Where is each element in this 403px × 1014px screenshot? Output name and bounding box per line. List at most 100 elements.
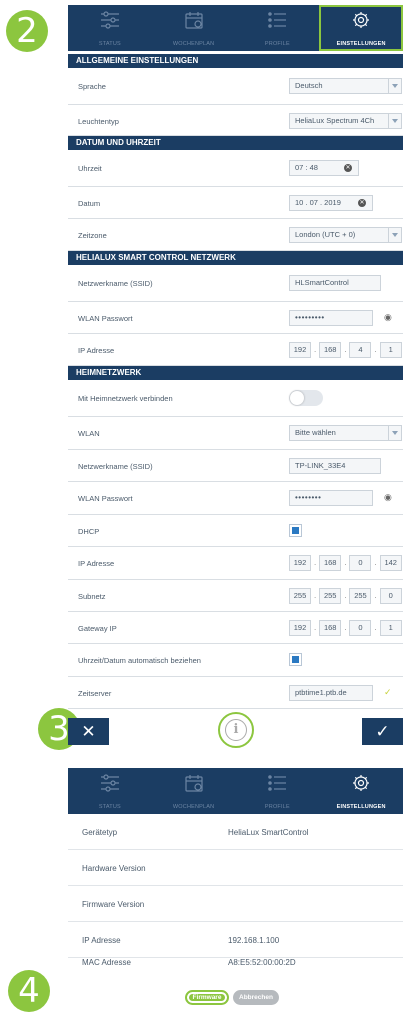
heim-ssid-value: TP-LINK_33E4 (295, 461, 346, 470)
ip-octet[interactable]: 168 (319, 620, 342, 636)
clear-icon[interactable]: ✕ (358, 199, 366, 207)
confirm-button[interactable]: ✓ (362, 718, 403, 745)
device-row-label: Firmware Version (82, 900, 145, 909)
leuchtentyp-label: Leuchtentyp (78, 117, 119, 126)
netz-pw-input[interactable]: ••••••••• (289, 310, 373, 326)
row-heim-pw: WLAN Passwort •••••••• ◉ (68, 482, 403, 515)
ip-octet[interactable]: 192 (289, 342, 311, 358)
auto-time-checkbox[interactable] (289, 653, 302, 666)
nav-tab-profile[interactable]: PROFILE (236, 768, 320, 814)
row-heim-auto: Uhrzeit/Datum automatisch beziehen (68, 644, 403, 677)
leuchtentyp-select[interactable]: HeliaLux Spectrum 4Ch (289, 113, 402, 129)
heim-pw-label: WLAN Passwort (78, 494, 133, 503)
zeitzone-select[interactable]: London (UTC + 0) (289, 227, 402, 243)
device-row: Gerätetyp HeliaLux SmartControl (68, 814, 403, 850)
leuchtentyp-value: HeliaLux Spectrum 4Ch (295, 116, 375, 125)
netz-ssid-value: HLSmartControl (295, 278, 349, 287)
uhrzeit-value: 07 : 48 (295, 163, 318, 172)
ip-octet[interactable]: 1 (379, 342, 402, 358)
sprache-select[interactable]: Deutsch (289, 78, 402, 94)
zeitzone-value: London (UTC + 0) (295, 230, 356, 239)
clear-icon[interactable]: ✕ (344, 164, 352, 172)
list-icon (268, 775, 287, 791)
heim-connect-toggle[interactable] (289, 390, 323, 406)
nav-label-wochenplan: WOCHENPLAN (172, 804, 215, 810)
device-row-label: IP Adresse (82, 936, 121, 945)
heim-pw-input[interactable]: •••••••• (289, 490, 373, 506)
row-sprache: Sprache Deutsch (68, 68, 403, 105)
row-heim-wlan: WLAN Bitte wählen (68, 417, 403, 450)
uhrzeit-input[interactable]: 07 : 48 ✕ (289, 160, 359, 176)
device-row-value: 192.168.1.100 (228, 936, 280, 945)
list-icon (268, 12, 287, 28)
nav-label-einstellungen: EINSTELLUNGEN (336, 41, 386, 47)
chevron-down-icon (388, 426, 401, 440)
section-allgemein: ALLGEMEINE EINSTELLUNGEN (68, 54, 403, 68)
nav-tab-status[interactable]: STATUS (68, 768, 152, 814)
ip-octet[interactable]: 168 (319, 342, 342, 358)
nav-label-einstellungen: EINSTELLUNGEN (336, 804, 386, 810)
nav-label-profile: PROFILE (264, 41, 290, 47)
firmware-button[interactable]: Firmware (185, 990, 229, 1005)
zeitserver-input[interactable]: ptbtime1.ptb.de (289, 685, 373, 701)
device-row: Hardware Version (68, 850, 403, 886)
nav-tab-status[interactable]: STATUS (68, 5, 152, 51)
ip-octet[interactable]: 255 (289, 588, 311, 604)
info-icon: i (225, 719, 247, 741)
heim-wlan-select[interactable]: Bitte wählen (289, 425, 402, 441)
close-icon: ✕ (81, 722, 96, 741)
sliders-icon (100, 11, 119, 29)
zeitzone-label: Zeitzone (78, 231, 107, 240)
nav-tab-profile[interactable]: PROFILE (236, 5, 320, 51)
heim-ip-label: IP Adresse (78, 559, 115, 568)
abbrechen-button[interactable]: Abbrechen (233, 990, 279, 1005)
eye-icon[interactable]: ◉ (384, 312, 392, 323)
row-netz-ssid: Netzwerkname (SSID) HLSmartControl (68, 265, 403, 302)
chevron-down-icon (388, 228, 401, 242)
row-heim-ssid: Netzwerkname (SSID) TP-LINK_33E4 (68, 450, 403, 482)
dhcp-checkbox[interactable] (289, 524, 302, 537)
nav-tab-wochenplan[interactable]: WOCHENPLAN (152, 768, 236, 814)
ip-octet[interactable]: 168 (319, 555, 342, 571)
nav-tab-wochenplan[interactable]: WOCHENPLAN (152, 5, 236, 51)
ip-octet[interactable]: 0 (379, 588, 402, 604)
datum-label: Datum (78, 199, 101, 208)
ip-octet[interactable]: 192 (289, 620, 311, 636)
netz-ssid-label: Netzwerkname (SSID) (78, 279, 153, 288)
ip-octet[interactable]: 255 (319, 588, 342, 604)
heim-ip-fields: 192. 168. 0. 142 (289, 555, 402, 571)
ip-octet[interactable]: 4 (349, 342, 372, 358)
ip-octet[interactable]: 192 (289, 555, 311, 571)
chevron-down-icon (388, 114, 401, 128)
section-heimnetzwerk: HEIMNETZWERK (68, 366, 403, 380)
nav-tab-einstellungen[interactable]: EINSTELLUNGEN (319, 768, 403, 814)
device-row-label: MAC Adresse (82, 958, 131, 967)
netz-ssid-input[interactable]: HLSmartControl (289, 275, 381, 291)
ip-octet[interactable]: 1 (379, 620, 402, 636)
nav-tab-einstellungen[interactable]: EINSTELLUNGEN (319, 5, 403, 51)
ip-octet[interactable]: 0 (349, 555, 372, 571)
ip-octet[interactable]: 255 (349, 588, 372, 604)
uhrzeit-label: Uhrzeit (78, 164, 102, 173)
heim-dhcp-label: DHCP (78, 527, 100, 536)
heim-subnet-label: Subnetz (78, 592, 106, 601)
eye-icon[interactable]: ◉ (384, 492, 392, 503)
row-datum: Datum 10 . 07 . 2019 ✕ (68, 187, 403, 219)
zeitserver-value: ptbtime1.ptb.de (295, 688, 347, 697)
row-heim-dhcp: DHCP (68, 515, 403, 547)
heim-pw-value: •••••••• (295, 493, 322, 502)
row-heim-zeitserver: Zeitserver ptbtime1.ptb.de ✓ (68, 677, 403, 709)
cancel-button[interactable]: ✕ (68, 718, 109, 745)
datum-input[interactable]: 10 . 07 . 2019 ✕ (289, 195, 373, 211)
info-button[interactable]: i (218, 712, 254, 748)
nav-label-profile: PROFILE (264, 804, 290, 810)
device-row-value: A8:E5:52:00:00:2D (228, 958, 296, 967)
ip-octet[interactable]: 142 (379, 555, 402, 571)
sprache-value: Deutsch (295, 81, 323, 90)
netz-pw-label: WLAN Passwort (78, 314, 133, 323)
heim-zeitserver-label: Zeitserver (78, 689, 112, 698)
ip-octet[interactable]: 0 (349, 620, 372, 636)
netz-ip-label: IP Adresse (78, 346, 115, 355)
heim-ssid-input[interactable]: TP-LINK_33E4 (289, 458, 381, 474)
device-row: MAC Adresse A8:E5:52:00:00:2D (68, 958, 403, 972)
